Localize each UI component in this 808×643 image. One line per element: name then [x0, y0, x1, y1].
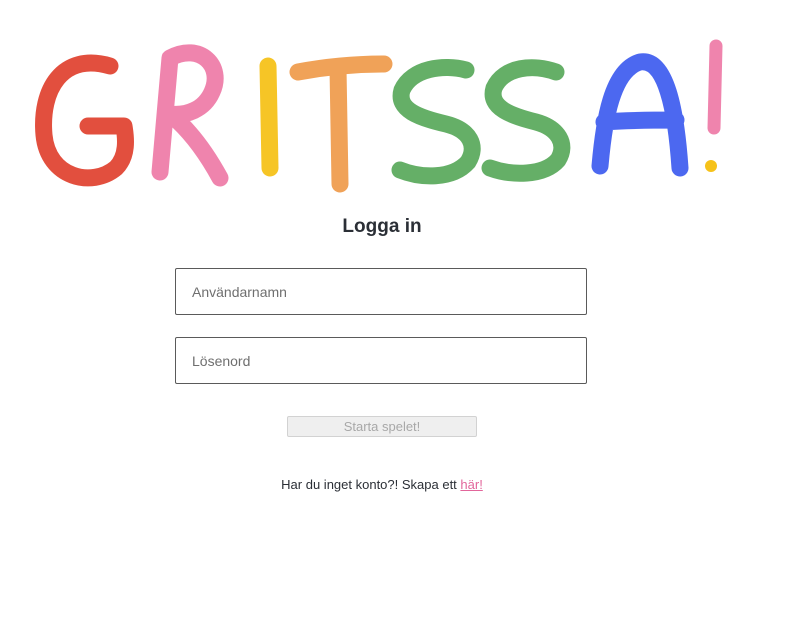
login-page: Logga in Starta spelet! Har du inget kon… [0, 0, 808, 643]
logo-letter-a [591, 53, 689, 177]
password-input[interactable] [175, 337, 587, 384]
logo-drawing [35, 39, 723, 193]
signup-link[interactable]: här! [460, 477, 482, 492]
logo-letter-s2 [481, 59, 571, 182]
page-title: Logga in [342, 216, 422, 237]
signup-prompt: Har du inget konto?! Skapa ett här! [0, 477, 764, 492]
logo-letter-i [259, 57, 279, 177]
logo-exclamation-dot [705, 160, 717, 172]
gritssa-logo [0, 0, 808, 200]
logo-letter-t [289, 55, 393, 193]
logo-exclamation-bar [707, 39, 723, 135]
signup-text: Har du inget konto?! Skapa ett [281, 477, 461, 492]
username-input[interactable] [175, 268, 587, 315]
logo-letter-r [151, 44, 229, 187]
logo-letter-g [35, 54, 135, 187]
logo-letter-s1 [391, 59, 481, 185]
start-game-button[interactable]: Starta spelet! [287, 416, 477, 437]
